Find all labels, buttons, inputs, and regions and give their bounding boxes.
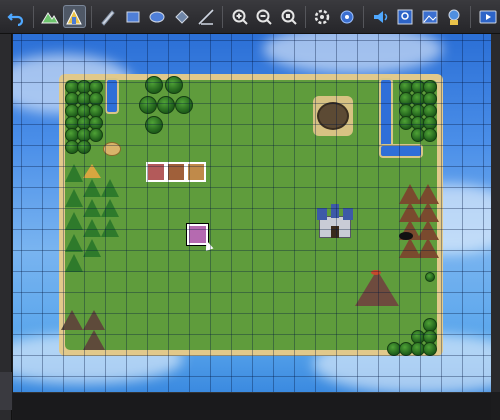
fill-icon [174,9,189,24]
toolbar-separator [90,5,92,28]
event-search-icon [397,9,413,24]
pencil-button[interactable] [97,5,120,28]
rectangle-button[interactable] [121,5,144,28]
undo-icon [7,12,24,26]
map-list-panel-edge[interactable] [0,34,12,420]
character-generator-button[interactable] [443,5,466,28]
sound-test-icon [373,10,387,23]
resource-manager-button[interactable] [418,5,441,28]
ellipse-button[interactable] [146,5,169,28]
tent [83,164,101,178]
zoom-in-icon [232,9,248,25]
lone-tree [425,272,435,282]
playtest-icon [479,10,497,23]
river-northeast [379,78,393,148]
haystack [103,142,121,156]
castle[interactable] [317,204,353,238]
character-generator-icon [448,9,460,25]
toolbar-separator [305,5,307,28]
map-event-house[interactable] [166,162,186,182]
map-event-village[interactable] [186,162,206,182]
plugin-button[interactable] [336,5,359,28]
event-search-button[interactable] [394,5,417,28]
database-icon [315,9,330,24]
toolbar-separator [363,5,365,28]
toolbar-separator [222,5,224,28]
sound-test-button[interactable] [369,5,392,28]
map-mode-icon [40,11,59,23]
zoom-actual-button[interactable] [278,5,301,28]
event-mode-icon [66,8,83,24]
pencil-icon [101,9,115,26]
plugin-icon [340,10,354,23]
map-event-townsperson[interactable] [146,162,166,182]
vertical-scrollbar[interactable] [491,34,500,392]
cave-pit [313,96,353,136]
river-northeast-bend [379,144,423,158]
event-mode-button[interactable] [63,5,86,28]
zoom-actual-icon [281,9,297,25]
ellipse-icon [149,11,165,22]
playtest-button[interactable] [476,5,499,28]
map-mode-button[interactable] [39,5,62,28]
map-canvas[interactable] [13,34,491,392]
resource-manager-icon [422,10,438,23]
volcano-crater [371,270,381,275]
zoom-out-icon [256,9,273,25]
cave-entrance[interactable] [399,232,413,240]
river-northwest [105,78,119,114]
undo-button[interactable] [5,5,28,28]
panel-tab[interactable] [0,372,12,410]
editor-window [0,0,500,420]
cloud [263,34,443,74]
toolbar-separator [470,5,472,28]
zoom-out-button[interactable] [253,5,276,28]
main-toolbar [0,0,500,34]
database-button[interactable] [311,5,334,28]
rectangle-icon [126,11,139,22]
toolbar-separator [32,5,34,28]
shadow-pen-button[interactable] [195,5,218,28]
shadow-pen-icon [198,8,214,25]
horizontal-scrollbar[interactable] [13,392,491,420]
zoom-in-button[interactable] [228,5,251,28]
volcano [355,270,399,306]
fill-button[interactable] [170,5,193,28]
